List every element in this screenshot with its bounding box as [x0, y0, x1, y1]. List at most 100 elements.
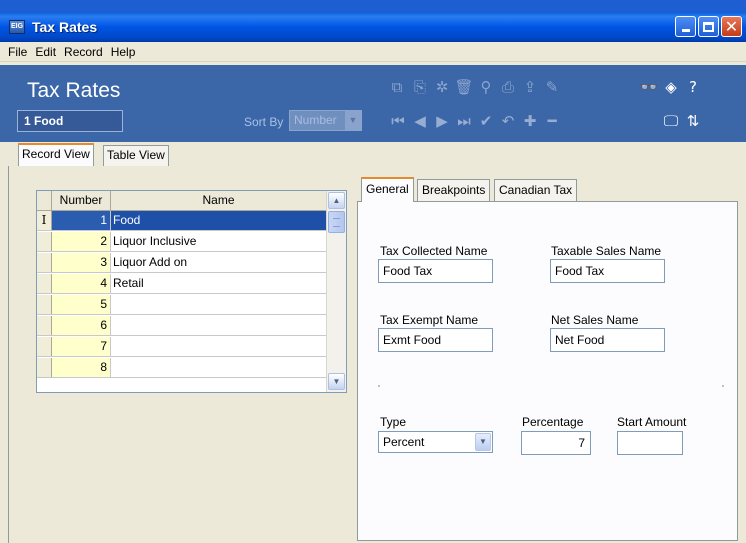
- menu-edit[interactable]: Edit: [31, 45, 60, 59]
- lookup-icon[interactable]: ⚲: [477, 78, 495, 96]
- row-selector[interactable]: [37, 337, 52, 356]
- copy-record-icon[interactable]: ⎘: [411, 78, 429, 96]
- monitor-icon[interactable]: 🖵: [662, 112, 680, 130]
- current-record-field[interactable]: 1 Food: [17, 110, 123, 132]
- type-value: Percent: [383, 435, 425, 449]
- table-row[interactable]: 5: [37, 295, 326, 315]
- tax-collected-name-input[interactable]: Food Tax: [378, 259, 493, 283]
- net-sales-name-label: Net Sales Name: [551, 313, 639, 327]
- last-record-icon[interactable]: ⏭: [455, 112, 473, 130]
- cell-name[interactable]: [111, 337, 326, 356]
- menu-record[interactable]: Record: [60, 45, 107, 59]
- close-button[interactable]: ✕: [721, 16, 742, 37]
- tab-record-view[interactable]: Record View: [18, 143, 94, 167]
- scroll-thumb[interactable]: [328, 211, 345, 233]
- first-record-icon[interactable]: ⏮: [389, 112, 407, 130]
- type-select[interactable]: Percent ▼: [378, 431, 493, 453]
- row-selector[interactable]: [37, 232, 52, 251]
- table-row[interactable]: 4 Retail: [37, 274, 326, 294]
- row-selector[interactable]: [37, 316, 52, 335]
- window-top-edge: [0, 0, 746, 12]
- cell-name[interactable]: [111, 316, 326, 335]
- cell-number[interactable]: 1: [52, 211, 111, 230]
- table-row[interactable]: 3 Liquor Add on: [37, 253, 326, 273]
- column-header-name[interactable]: Name: [111, 191, 326, 210]
- tax-rates-grid[interactable]: Number Name I 1 Food 2 Liquor Inclusive …: [36, 190, 347, 393]
- cell-number[interactable]: 3: [52, 253, 111, 272]
- divider-dot-right: [722, 385, 724, 387]
- taxable-sales-name-input[interactable]: Food Tax: [550, 259, 665, 283]
- table-row[interactable]: I 1 Food: [37, 211, 326, 231]
- net-sales-name-input[interactable]: Net Food: [550, 328, 665, 352]
- grid-scrollbar[interactable]: ▲ ▼: [326, 191, 346, 392]
- cell-number[interactable]: 8: [52, 358, 111, 377]
- percentage-input[interactable]: 7: [521, 431, 591, 455]
- cell-name[interactable]: Liquor Add on: [111, 253, 326, 272]
- tax-collected-name-label: Tax Collected Name: [380, 244, 488, 258]
- table-row[interactable]: 2 Liquor Inclusive: [37, 232, 326, 252]
- diamond-icon[interactable]: ◈: [662, 78, 680, 96]
- minimize-button[interactable]: [675, 16, 696, 37]
- table-row[interactable]: 8: [37, 358, 326, 378]
- maximize-button[interactable]: [698, 16, 719, 37]
- scroll-down-button[interactable]: ▼: [328, 373, 345, 390]
- tax-exempt-name-input[interactable]: Exmt Food: [378, 328, 493, 352]
- sort-by-select[interactable]: Number ▼: [289, 110, 362, 131]
- print-icon[interactable]: ⎙: [499, 78, 517, 96]
- maximize-icon: [703, 21, 714, 32]
- menu-file[interactable]: File: [4, 45, 31, 59]
- row-selector[interactable]: [37, 295, 52, 314]
- scroll-up-button[interactable]: ▲: [328, 192, 345, 209]
- type-label: Type: [380, 415, 407, 429]
- delete-icon[interactable]: 🗑: [454, 78, 473, 96]
- cell-number[interactable]: 7: [52, 337, 111, 356]
- export-icon[interactable]: ⇪: [521, 78, 539, 96]
- binoculars-icon[interactable]: 👓: [640, 78, 659, 96]
- sort-by-label: Sort By: [244, 115, 284, 129]
- row-selector[interactable]: [37, 274, 52, 293]
- help-pointer-icon[interactable]: ?: [684, 78, 702, 96]
- start-amount-label: Start Amount: [617, 415, 687, 429]
- page-title: Tax Rates: [27, 79, 121, 102]
- cell-number[interactable]: 4: [52, 274, 111, 293]
- row-selector[interactable]: I: [37, 211, 52, 230]
- save-check-icon[interactable]: ✔: [477, 112, 495, 130]
- divider-dot-left: [378, 385, 380, 387]
- tab-general[interactable]: General: [361, 177, 414, 202]
- menu-help[interactable]: Help: [107, 45, 140, 59]
- percentage-label: Percentage: [522, 415, 584, 429]
- grid-header-selector: [37, 191, 52, 210]
- close-icon: ✕: [724, 16, 739, 36]
- row-selector[interactable]: [37, 358, 52, 377]
- cell-name[interactable]: [111, 295, 326, 314]
- next-record-icon[interactable]: ▶: [433, 112, 451, 130]
- tools-icon[interactable]: ✲: [433, 78, 451, 96]
- minimize-icon: [681, 29, 690, 32]
- find-record-icon[interactable]: ⧉: [388, 78, 406, 96]
- tab-table-view[interactable]: Table View: [103, 145, 169, 166]
- edit-pen-icon[interactable]: ✎: [543, 78, 561, 96]
- cell-number[interactable]: 5: [52, 295, 111, 314]
- window-controls: ✕: [675, 16, 742, 37]
- start-amount-input[interactable]: [617, 431, 683, 455]
- tab-canadian-tax[interactable]: Canadian Tax: [494, 179, 578, 201]
- cell-number[interactable]: 2: [52, 232, 111, 251]
- previous-record-icon[interactable]: ◀: [411, 112, 429, 130]
- cell-name[interactable]: Food: [111, 211, 326, 230]
- cell-name[interactable]: Retail: [111, 274, 326, 293]
- tax-exempt-name-label: Tax Exempt Name: [380, 313, 479, 327]
- undo-icon[interactable]: ↶: [499, 112, 517, 130]
- tab-breakpoints[interactable]: Breakpoints: [417, 179, 491, 201]
- cell-name[interactable]: [111, 358, 326, 377]
- remove-record-icon[interactable]: ━: [543, 112, 561, 130]
- window-titlebar[interactable]: EIG Tax Rates ✕: [0, 12, 746, 42]
- cell-number[interactable]: 6: [52, 316, 111, 335]
- row-selector[interactable]: [37, 253, 52, 272]
- add-record-icon[interactable]: ✚: [521, 112, 539, 130]
- column-header-number[interactable]: Number: [52, 191, 111, 210]
- table-row[interactable]: 7: [37, 337, 326, 357]
- network-icon[interactable]: ⇅: [684, 112, 702, 130]
- grid-header: Number Name: [37, 191, 326, 211]
- table-row[interactable]: 6: [37, 316, 326, 336]
- cell-name[interactable]: Liquor Inclusive: [111, 232, 326, 251]
